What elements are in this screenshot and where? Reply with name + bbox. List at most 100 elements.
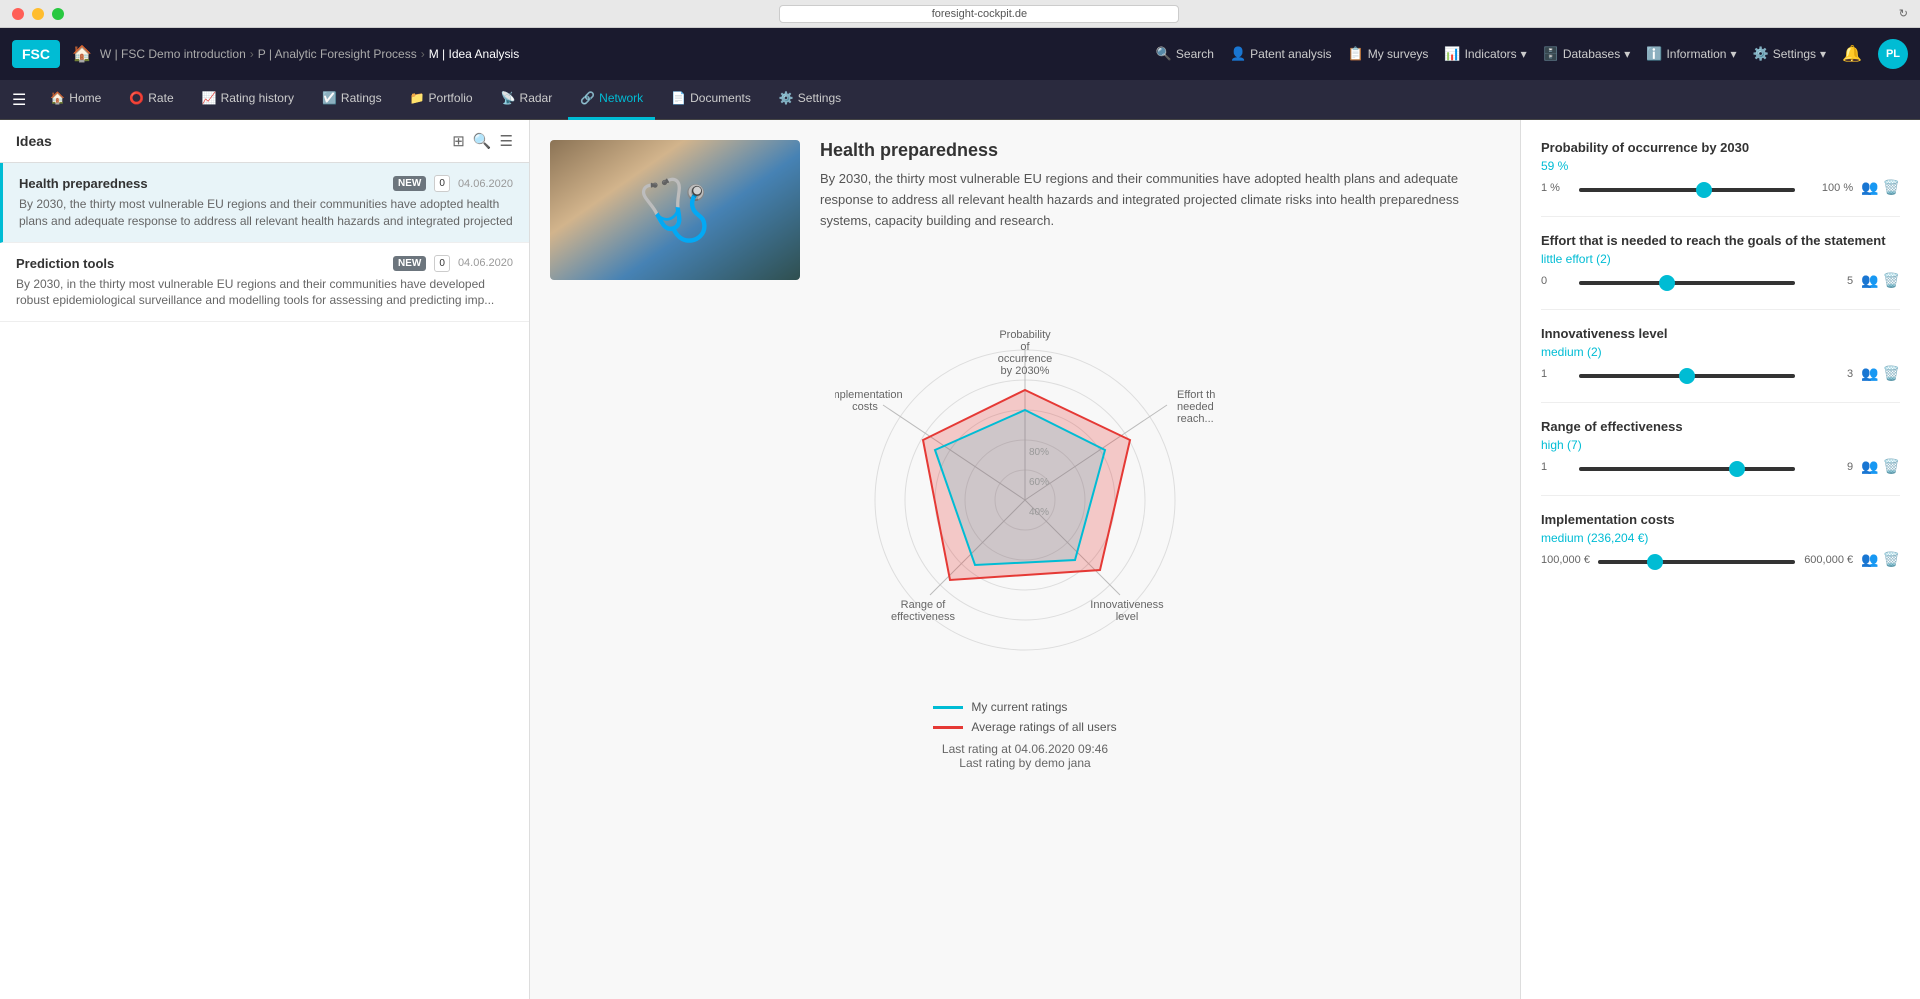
divider-3 (1541, 402, 1900, 403)
slider-innovativeness-wrapper[interactable] (1579, 366, 1795, 381)
group-icon[interactable]: 👥 (1861, 458, 1878, 475)
settings-top-icon: ⚙️ (1753, 46, 1769, 62)
slider-probability-wrapper[interactable] (1579, 180, 1795, 195)
nav-rating-history[interactable]: 📈 Rating history (190, 80, 306, 120)
slider-effort-wrapper[interactable] (1579, 273, 1795, 288)
rate-nav-label: Rate (148, 91, 173, 105)
home-nav-icon: 🏠 (50, 91, 65, 105)
portfolio-nav-icon: 📁 (410, 91, 425, 105)
indicators-label: Indicators (1465, 47, 1517, 61)
radar-nav-label: Radar (520, 91, 553, 105)
nav-home[interactable]: 🏠 Home (38, 80, 113, 120)
nav-network[interactable]: 🔗 Network (568, 80, 655, 120)
information-button[interactable]: ℹ️ Information ▾ (1646, 46, 1736, 62)
panel-header-icons: ⊞ 🔍 ☰ (452, 132, 513, 150)
slider-effectiveness-label: Range of effectiveness (1541, 419, 1900, 434)
information-dropdown-icon: ▾ (1730, 47, 1736, 61)
slider-effort-min: 0 (1541, 275, 1571, 287)
reload-icon[interactable]: ↻ (1899, 7, 1908, 20)
svg-text:by 2030%: by 2030% (1001, 365, 1050, 377)
nav-settings-sec[interactable]: ⚙️ Settings (767, 80, 853, 120)
slider-effort-label: Effort that is needed to reach the goals… (1541, 233, 1900, 248)
delete-icon[interactable]: 🗑️ (1883, 551, 1900, 568)
grid-view-icon[interactable]: ⊞ (452, 132, 465, 150)
svg-text:level: level (1116, 611, 1139, 623)
nav-portfolio[interactable]: 📁 Portfolio (398, 80, 485, 120)
ratings-nav-icon: ☑️ (322, 91, 337, 105)
slider-effectiveness-min: 1 (1541, 461, 1571, 473)
close-dot[interactable] (12, 8, 24, 20)
fsc-logo[interactable]: FSC (12, 40, 60, 68)
badge-count: 0 (434, 175, 450, 192)
menu-panel-icon[interactable]: ☰ (500, 132, 513, 150)
breadcrumb-item-1[interactable]: W | FSC Demo introduction (100, 47, 246, 61)
user-avatar[interactable]: PL (1878, 39, 1908, 69)
svg-text:60%: 60% (1029, 477, 1049, 488)
slider-probability: Probability of occurrence by 2030 59 % 1… (1541, 140, 1900, 196)
search-button[interactable]: 🔍 Search (1156, 46, 1214, 62)
breadcrumb-item-2[interactable]: P | Analytic Foresight Process (258, 47, 417, 61)
breadcrumb-sep-1: › (250, 47, 254, 61)
my-surveys-button[interactable]: 📋 My surveys (1348, 46, 1429, 62)
search-panel-icon[interactable]: 🔍 (473, 132, 492, 150)
slider-implementation-wrapper[interactable] (1598, 552, 1795, 567)
slider-effectiveness-input[interactable] (1579, 467, 1795, 471)
slider-implementation-max: 600,000 € (1803, 554, 1853, 566)
delete-icon[interactable]: 🗑️ (1883, 272, 1900, 289)
slider-effort-input[interactable] (1579, 281, 1795, 285)
idea-description: By 2030, the thirty most vulnerable EU r… (19, 196, 513, 230)
idea-item[interactable]: Health preparedness NEW 0 04.06.2020 By … (0, 163, 529, 243)
hamburger-menu-icon[interactable]: ☰ (12, 90, 26, 110)
slider-implementation-label: Implementation costs (1541, 512, 1900, 527)
divider-4 (1541, 495, 1900, 496)
information-icon: ℹ️ (1646, 46, 1662, 62)
my-ratings-legend-label: My current ratings (971, 700, 1067, 714)
address-bar[interactable]: foresight-cockpit.de (779, 5, 1179, 23)
idea-item[interactable]: Prediction tools NEW 0 04.06.2020 By 203… (0, 243, 529, 323)
divider-2 (1541, 309, 1900, 310)
slider-probability-input[interactable] (1579, 188, 1795, 192)
svg-text:Range of: Range of (901, 599, 947, 611)
content-text: By 2030, the thirty most vulnerable EU r… (820, 169, 1500, 231)
settings-top-button[interactable]: ⚙️ Settings ▾ (1753, 46, 1827, 62)
slider-implementation-value: medium (236,204 €) (1541, 531, 1900, 545)
content-description: Health preparedness By 2030, the thirty … (820, 140, 1500, 280)
svg-text:costs: costs (852, 401, 878, 413)
breadcrumb-item-3[interactable]: M | Idea Analysis (429, 47, 520, 61)
group-icon[interactable]: 👥 (1861, 365, 1878, 382)
nav-rate[interactable]: ⭕ Rate (117, 80, 185, 120)
indicators-button[interactable]: 📊 Indicators ▾ (1444, 46, 1526, 62)
group-icon[interactable]: 👥 (1861, 551, 1878, 568)
slider-implementation-input[interactable] (1598, 560, 1795, 564)
slider-innovativeness-max: 3 (1803, 368, 1853, 380)
search-label: Search (1176, 47, 1214, 61)
center-panel: Health preparedness By 2030, the thirty … (530, 120, 1520, 999)
content-image (550, 140, 800, 280)
group-icon[interactable]: 👥 (1861, 179, 1878, 196)
delete-icon[interactable]: 🗑️ (1883, 365, 1900, 382)
slider-implementation: Implementation costs medium (236,204 €) … (1541, 512, 1900, 568)
maximize-dot[interactable] (52, 8, 64, 20)
nav-ratings[interactable]: ☑️ Ratings (310, 80, 394, 120)
svg-text:80%: 80% (1029, 447, 1049, 458)
top-nav-actions: 🔍 Search 👤 Patent analysis 📋 My surveys … (1156, 39, 1908, 69)
delete-icon[interactable]: 🗑️ (1883, 458, 1900, 475)
databases-button[interactable]: 🗄️ Databases ▾ (1543, 46, 1631, 62)
svg-text:Implementation: Implementation (835, 389, 903, 401)
delete-icon[interactable]: 🗑️ (1883, 179, 1900, 196)
idea-date: 04.06.2020 (458, 178, 513, 190)
avg-ratings-legend-line (933, 726, 963, 729)
my-ratings-legend-line (933, 706, 963, 709)
nav-radar[interactable]: 📡 Radar (489, 80, 565, 120)
slider-innovativeness-input[interactable] (1579, 374, 1795, 378)
patent-analysis-button[interactable]: 👤 Patent analysis (1230, 46, 1332, 62)
home-button[interactable]: 🏠 (72, 44, 92, 64)
notifications-bell-icon[interactable]: 🔔 (1842, 44, 1862, 64)
slider-effectiveness-wrapper[interactable] (1579, 459, 1795, 474)
nav-documents[interactable]: 📄 Documents (659, 80, 763, 120)
minimize-dot[interactable] (32, 8, 44, 20)
divider-1 (1541, 216, 1900, 217)
secondary-nav: ☰ 🏠 Home ⭕ Rate 📈 Rating history ☑️ Rati… (0, 80, 1920, 120)
surveys-label: My surveys (1368, 47, 1429, 61)
group-icon[interactable]: 👥 (1861, 272, 1878, 289)
